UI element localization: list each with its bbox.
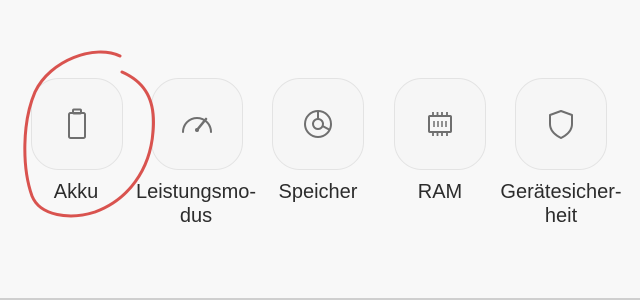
ram-label: RAM: [417, 181, 463, 203]
performance-mode-button[interactable]: [151, 78, 243, 170]
storage-label: Speicher: [278, 181, 358, 203]
battery-icon: [68, 108, 86, 139]
device-security-button[interactable]: [515, 78, 607, 170]
shield-icon: [549, 110, 573, 139]
storage-button[interactable]: [272, 78, 364, 170]
memory-chip-icon: [428, 112, 452, 136]
battery-button[interactable]: [31, 78, 123, 170]
storage-chart-icon: [304, 110, 332, 138]
device-care-panel: Akku Leistungsmo- dus Speicher RAM Gerät…: [0, 0, 640, 300]
speedometer-icon: [182, 117, 212, 133]
battery-label: Akku: [53, 181, 99, 203]
performance-mode-label: Leistungsmo- dus: [135, 181, 257, 227]
ram-button[interactable]: [394, 78, 486, 170]
device-security-label: Gerätesicher- heit: [500, 181, 622, 227]
